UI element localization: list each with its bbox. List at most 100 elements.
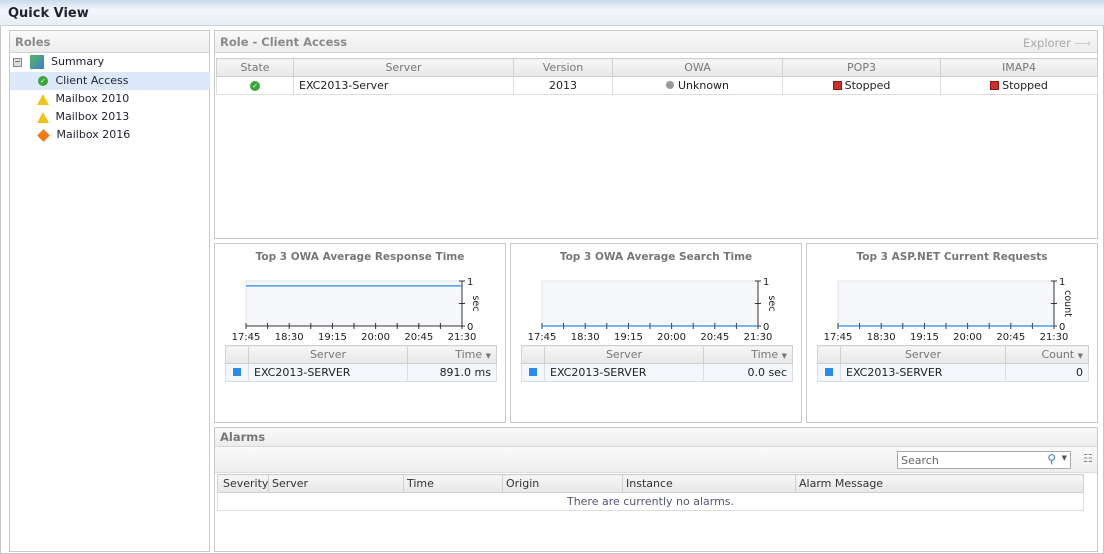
x-tick-label: 19:15 (910, 332, 939, 343)
unknown-icon (665, 81, 674, 89)
tree-item-label: Mailbox 2010 (55, 92, 130, 105)
role-panel-title: Role - Client Access Explorer ⟶ (215, 31, 1097, 53)
alarms-toolbar: Search ⚲ ▼ ☷ (215, 447, 1097, 473)
x-tick-label: 21:30 (448, 332, 477, 343)
stopped-icon (832, 81, 842, 90)
x-tick-label: 20:45 (700, 332, 729, 343)
warning-icon (37, 111, 49, 123)
collapse-icon[interactable]: − (13, 57, 22, 67)
imap4-cell: Stopped (940, 76, 1098, 95)
y-tick-label: 1 (1059, 277, 1065, 288)
col-severity[interactable]: Severity (217, 474, 269, 493)
y-axis-label: count (1062, 290, 1073, 317)
owa-cell: Unknown (612, 76, 783, 95)
y-tick-label: 1 (467, 277, 473, 288)
col-server[interactable]: Server (248, 345, 408, 364)
table-row[interactable]: EXC2013-SERVER 891.0 ms (225, 363, 497, 382)
version-cell: 2013 (513, 76, 613, 95)
col-server[interactable]: Server (840, 345, 1006, 364)
x-tick-label: 17:45 (824, 332, 853, 343)
table-row[interactable]: EXC2013-SERVER 0 (817, 363, 1089, 382)
y-tick-label: 0 (467, 322, 473, 333)
alarms-title: Alarms (215, 428, 1097, 447)
col-server[interactable]: Server (293, 58, 514, 77)
roles-title: Roles (10, 31, 209, 53)
x-tick-label: 20:45 (404, 332, 433, 343)
x-tick-label: 20:00 (953, 332, 982, 343)
col-alarm-message[interactable]: Alarm Message (795, 474, 1084, 493)
col-origin[interactable]: Origin (502, 474, 623, 493)
line-chart: 17:45 18:30 19:15 20:00 20:45 21:300 1 sec (232, 277, 481, 343)
col-value[interactable]: Time ▼ (407, 345, 497, 364)
role-servers-table: State Server Version OWA POP3 IMAP4 ✓ EX… (216, 58, 1098, 95)
col-imap4[interactable]: IMAP4 (940, 58, 1098, 77)
y-tick-label: 0 (763, 322, 769, 333)
sort-desc-icon: ▼ (781, 352, 787, 360)
x-tick-label: 18:30 (571, 332, 600, 343)
empty-alarms-text: There are currently no alarms. (217, 492, 1084, 511)
x-tick-label: 20:00 (657, 332, 686, 343)
x-tick-label: 18:30 (275, 332, 304, 343)
chart-legend-table: Server Time ▼ EXC2013-SERVER 0.0 sec (521, 345, 793, 382)
col-time[interactable]: Time (403, 474, 503, 493)
x-tick-label: 20:45 (996, 332, 1025, 343)
series-color-icon (233, 368, 241, 376)
y-axis-label: sec (766, 295, 777, 311)
warning-icon (37, 93, 49, 105)
col-server[interactable]: Server (268, 474, 404, 493)
tree-item-mailbox-2016[interactable]: Mailbox 2016 (10, 126, 210, 144)
server-cell[interactable]: EXC2013-Server (293, 76, 514, 95)
x-tick-label: 17:45 (528, 332, 557, 343)
series-color-icon (825, 368, 833, 376)
chart-panel: Top 3 OWA Average Search Time 17:45 18:30… (510, 243, 802, 423)
server-cell: EXC2013-SERVER (248, 363, 408, 382)
tree-item-summary[interactable]: − Summary (10, 53, 210, 71)
alarms-panel: Alarms Search ⚲ ▼ ☷ Severity Server Time… (214, 427, 1098, 552)
plot-area (541, 280, 759, 327)
critical-icon (37, 128, 50, 142)
x-tick-label: 21:30 (744, 332, 773, 343)
window-title: Quick View (0, 0, 1104, 26)
col-state[interactable]: State (216, 58, 294, 77)
col-version[interactable]: Version (513, 58, 613, 77)
x-tick-label: 21:30 (1040, 332, 1069, 343)
role-client-access-panel: Role - Client Access Explorer ⟶ State Se… (214, 30, 1098, 239)
col-pop3[interactable]: POP3 (782, 58, 941, 77)
value-cell: 891.0 ms (407, 363, 497, 382)
search-input[interactable]: Search ⚲ ▼ (897, 451, 1071, 469)
explorer-link[interactable]: Explorer ⟶ (1023, 36, 1091, 50)
alarms-table: Severity Server Time Origin Instance Ala… (217, 474, 1084, 511)
table-row[interactable]: EXC2013-SERVER 0.0 sec (521, 363, 793, 382)
tree-item-client-access[interactable]: ✓ Client Access (10, 72, 210, 90)
series-color-icon (529, 368, 537, 376)
chevron-down-icon[interactable]: ▼ (1062, 454, 1067, 462)
chart-panel: Top 3 OWA Average Response Time 17:45 18:… (214, 243, 506, 423)
server-cell: EXC2013-SERVER (544, 363, 704, 382)
table-row[interactable]: ✓ EXC2013-Server 2013 Unknown Stopped St… (216, 76, 1098, 95)
search-icon[interactable]: ⚲ (1047, 452, 1056, 466)
exchange-server-icon (29, 55, 44, 69)
ok-icon: ✓ (38, 76, 48, 86)
line-chart: 17:45 18:30 19:15 20:00 20:45 21:300 1 count (824, 277, 1073, 343)
tree-item-mailbox-2013[interactable]: Mailbox 2013 (10, 108, 210, 126)
roles-panel: Roles − Summary ✓ Client Access Mailbox … (9, 30, 210, 552)
column-chooser-icon[interactable]: ☷ (1083, 452, 1093, 465)
col-value[interactable]: Time ▼ (703, 345, 793, 364)
x-tick-label: 18:30 (867, 332, 896, 343)
stopped-icon (990, 81, 1000, 90)
tree-item-label: Summary (51, 55, 105, 68)
chart-legend-table: Server Time ▼ EXC2013-SERVER 891.0 ms (225, 345, 497, 382)
tree-item-mailbox-2010[interactable]: Mailbox 2010 (10, 90, 210, 108)
pop3-cell: Stopped (782, 76, 941, 95)
tree-item-label: Mailbox 2013 (55, 110, 130, 123)
col-value[interactable]: Count ▼ (1005, 345, 1089, 364)
y-tick-label: 1 (763, 277, 769, 288)
sort-desc-icon: ▼ (485, 352, 491, 360)
col-instance[interactable]: Instance (622, 474, 796, 493)
col-server[interactable]: Server (544, 345, 704, 364)
x-tick-label: 19:15 (614, 332, 643, 343)
chart-legend-table: Server Count ▼ EXC2013-SERVER 0 (817, 345, 1089, 382)
sort-desc-icon: ▼ (1077, 352, 1083, 360)
y-tick-label: 0 (1059, 322, 1065, 333)
col-owa[interactable]: OWA (612, 58, 783, 77)
